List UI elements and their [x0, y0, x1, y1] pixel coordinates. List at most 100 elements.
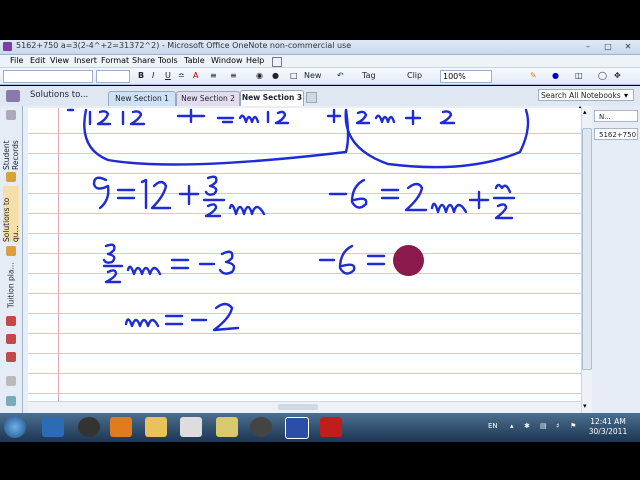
- unfiled-notes-icon[interactable]: [6, 376, 16, 386]
- new-page-icon[interactable]: □: [290, 70, 298, 81]
- notebook-solutions[interactable]: Solutions to qu...: [2, 186, 20, 242]
- ink-stroke: [430, 202, 468, 214]
- notebook-icon: [6, 172, 16, 182]
- ink-stroke: [216, 116, 235, 124]
- vertical-scroll-thumb[interactable]: [582, 128, 592, 370]
- undo-icon[interactable]: ↶: [337, 70, 344, 81]
- bullets-icon[interactable]: ≡: [210, 70, 217, 81]
- highlight-icon[interactable]: ≏: [178, 70, 185, 81]
- language-indicator[interactable]: EN: [488, 422, 498, 430]
- bluetooth-icon[interactable]: ✱: [524, 422, 530, 430]
- notebook-navigation-bar: Student Records Solutions to qu... Tuiti…: [0, 106, 23, 413]
- ink-stroke: [124, 318, 160, 328]
- folder-icon[interactable]: [145, 417, 167, 437]
- media-player-icon[interactable]: [110, 417, 132, 437]
- eraser-icon[interactable]: ◫: [575, 70, 583, 81]
- tab-new-section-1[interactable]: New Section 1: [108, 91, 176, 106]
- section-tab-bar: Solutions to... New Section 1 New Sectio…: [0, 86, 640, 107]
- font-color-icon[interactable]: A: [193, 70, 198, 81]
- page-tab-5162-750[interactable]: 5162+750: [594, 128, 638, 140]
- ink-stroke: [140, 178, 148, 210]
- ink-stroke: [350, 178, 368, 209]
- tab-new-section-3[interactable]: New Section 3: [240, 90, 304, 106]
- ink-stroke: [150, 180, 172, 210]
- scroll-down-icon[interactable]: ▾: [583, 402, 587, 410]
- new-button[interactable]: New: [304, 70, 321, 81]
- pen-icon[interactable]: ✎: [530, 70, 537, 81]
- notebook-title[interactable]: Solutions to...: [30, 90, 88, 100]
- ink-stroke: [164, 314, 184, 326]
- ink-stroke: [178, 184, 200, 206]
- tag-button[interactable]: Tag: [362, 70, 376, 81]
- app-icon[interactable]: [250, 417, 272, 437]
- menu-window[interactable]: Window: [211, 56, 243, 65]
- windows-taskbar: EN ▴ ✱ ▤ ♯ ⚑ 12:41 AM 30/3/2011: [0, 413, 640, 442]
- ink-stroke: [88, 110, 146, 126]
- menu-file[interactable]: File: [10, 56, 23, 65]
- underline-icon[interactable]: U: [165, 70, 171, 81]
- close-button[interactable]: ✕: [620, 41, 636, 52]
- pan-icon[interactable]: ✥: [614, 70, 621, 81]
- numbering-icon[interactable]: ≡: [230, 70, 237, 81]
- ink-stroke: [116, 188, 136, 200]
- dropdown-icon[interactable]: ◉: [256, 70, 263, 81]
- font-combo[interactable]: [3, 70, 93, 83]
- tasks-icon[interactable]: ●: [272, 70, 279, 81]
- scroll-thumb[interactable]: [278, 404, 318, 410]
- pen-color-icon[interactable]: ●: [552, 70, 559, 81]
- lasso-icon[interactable]: ◯: [598, 70, 607, 81]
- flag-icon[interactable]: ⚑: [570, 422, 576, 430]
- maximize-button[interactable]: □: [600, 41, 616, 52]
- menu-insert[interactable]: Insert: [74, 56, 97, 65]
- pdf-reader-icon[interactable]: [320, 417, 342, 437]
- section-icon: [6, 352, 16, 362]
- menu-format[interactable]: Format: [101, 56, 129, 65]
- handwriting-ink: [66, 108, 530, 332]
- ink-stroke: [366, 254, 386, 266]
- ink-stroke: [355, 110, 396, 125]
- menu-view[interactable]: View: [50, 56, 69, 65]
- search-dropdown-icon[interactable]: ▾: [624, 91, 628, 100]
- clip-button[interactable]: Clip: [407, 70, 422, 81]
- hp-icon[interactable]: [78, 417, 100, 437]
- volume-icon[interactable]: ♯: [556, 422, 559, 430]
- new-section-tab-icon[interactable]: [306, 92, 317, 103]
- tab-new-section-2[interactable]: New Section 2: [176, 91, 240, 106]
- onenote-app-icon: [3, 42, 12, 51]
- menu-share[interactable]: Share: [132, 56, 155, 65]
- notes-app-icon[interactable]: [180, 417, 202, 437]
- ink-stroke: [404, 182, 428, 212]
- search-scope-icon[interactable]: [6, 396, 16, 406]
- notebook-student-records[interactable]: Student Records: [2, 124, 20, 170]
- menu-help[interactable]: Help: [246, 56, 264, 65]
- scroll-up-icon[interactable]: ▴: [583, 108, 587, 116]
- menu-edit[interactable]: Edit: [30, 56, 46, 65]
- font-size-combo[interactable]: [96, 70, 130, 83]
- start-button[interactable]: [4, 416, 26, 438]
- menu-tools[interactable]: Tools: [158, 56, 178, 65]
- internet-explorer-icon[interactable]: [42, 417, 64, 437]
- notebook-icon: [6, 246, 16, 256]
- menu-table[interactable]: Table: [184, 56, 205, 65]
- onenote-taskbar-icon[interactable]: [285, 417, 309, 439]
- ink-stroke: [170, 258, 190, 270]
- italic-icon[interactable]: I: [152, 70, 154, 81]
- horizontal-scrollbar[interactable]: [28, 401, 581, 413]
- network-icon[interactable]: ▤: [540, 422, 547, 430]
- bold-icon[interactable]: B: [138, 70, 144, 81]
- notebook-tuition-plan[interactable]: Tuition pla...: [3, 260, 19, 310]
- ink-stroke: [176, 108, 206, 124]
- system-clock[interactable]: 12:41 AM 30/3/2011: [582, 417, 634, 437]
- ink-stroke: [494, 203, 514, 220]
- new-page-button[interactable]: N...: [594, 110, 638, 122]
- minimize-button[interactable]: –: [580, 41, 596, 52]
- ink-stroke: [380, 188, 400, 200]
- tray-expand-icon[interactable]: ▴: [510, 422, 514, 430]
- sticky-notes-icon[interactable]: [216, 417, 238, 437]
- section-icon: [6, 334, 16, 344]
- collapse-icon[interactable]: [6, 110, 16, 120]
- zoom-combo[interactable]: 100%: [440, 70, 492, 83]
- clock-time: 12:41 AM: [590, 417, 626, 426]
- help-icon[interactable]: [272, 57, 282, 67]
- search-input[interactable]: Search All Notebooks: [538, 89, 634, 101]
